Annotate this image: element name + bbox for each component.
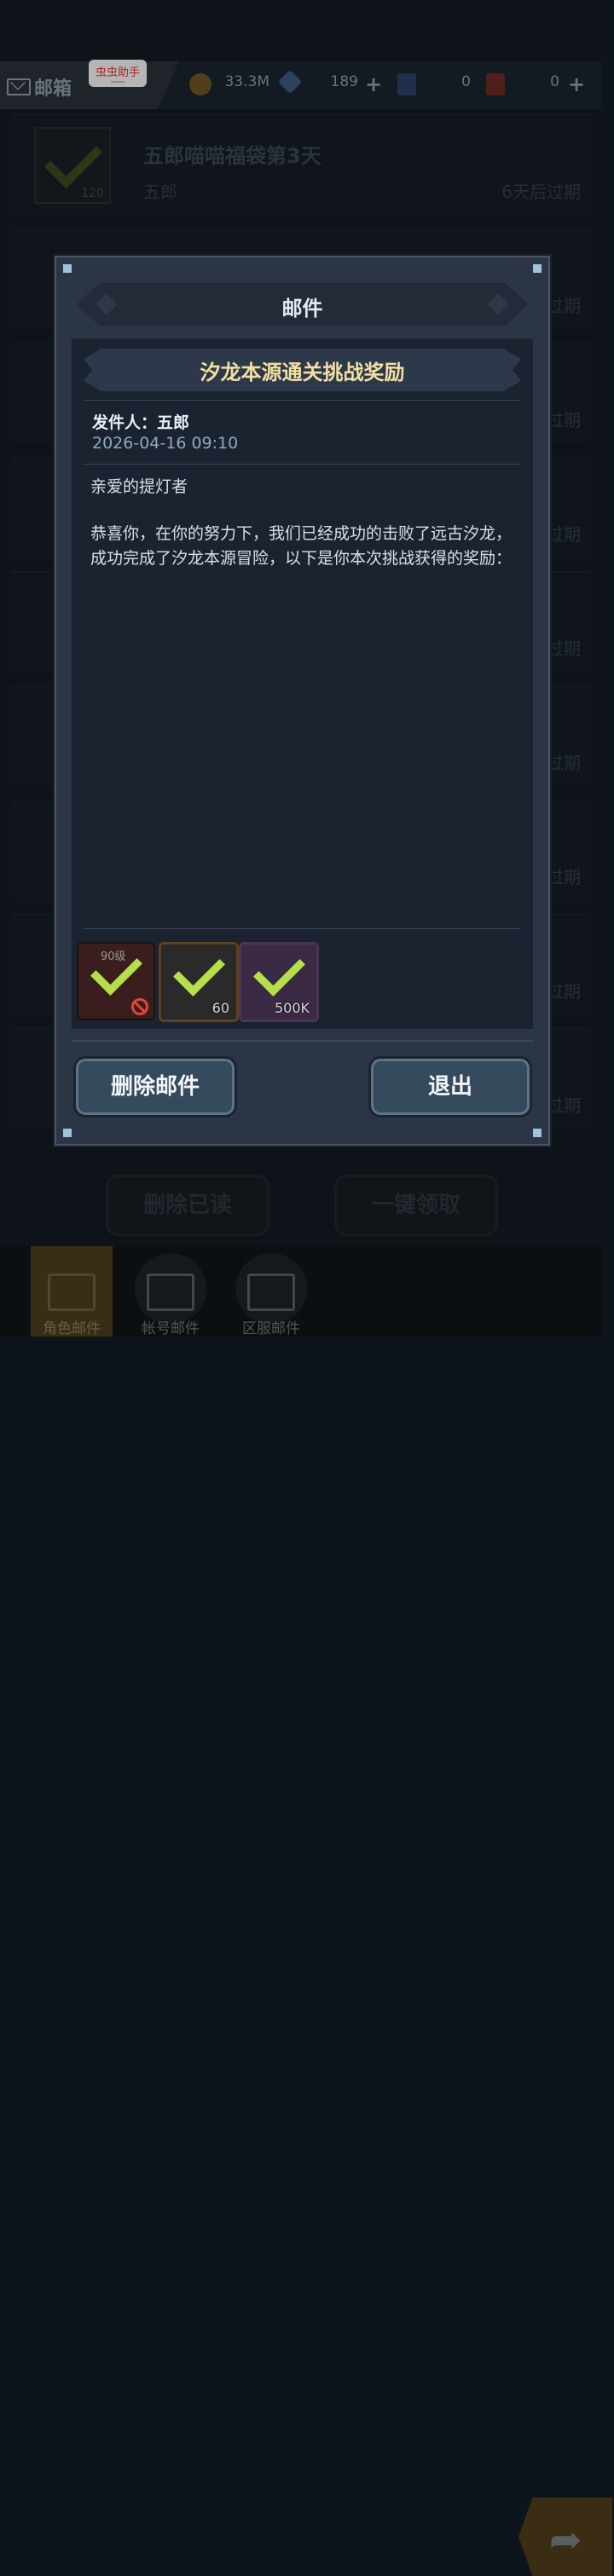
reward-dagger[interactable]: 60 [159,942,239,1022]
divider [84,928,521,929]
check-icon [90,944,142,996]
exit-button[interactable]: 退出 [368,1056,532,1118]
divider [84,464,521,465]
mail-body-text: 恭喜你，在你的努力下，我们已经成功的击败了远古汐龙，成功完成了汐龙本源冒险，以下… [90,524,513,568]
mail-content-panel: 汐龙本源通关挑战奖励 发件人：五郎 2026-04-16 09:10 亲爱的提灯… [72,338,533,1029]
check-icon [253,944,305,996]
mail-body: 亲爱的提灯者 恭喜你，在你的努力下，我们已经成功的击败了远古汐龙，成功完成了汐龙… [90,475,517,593]
delete-mail-button[interactable]: 删除邮件 [73,1056,237,1118]
divider [84,400,521,401]
reward-coin-bag[interactable]: 500K [239,942,319,1022]
dialog-corner-ornament [63,264,72,273]
mail-greeting: 亲爱的提灯者 [90,477,188,496]
reward-character-card[interactable]: 90级 [77,942,155,1020]
dialog-header: 邮件 [77,283,528,326]
mail-sender: 发件人：五郎 [92,413,190,432]
dialog-title: 邮件 [281,297,323,321]
reward-items: 90级 60 500K [72,935,533,1029]
share-arrow-icon: ➦ [549,2516,582,2562]
check-icon [173,944,225,996]
reward-count: 60 [211,1000,229,1016]
share-button[interactable]: ➦ [518,2498,612,2576]
divider [72,1040,533,1042]
prohibited-icon [131,998,148,1015]
dialog-corner-ornament [533,1129,542,1137]
mail-dialog: 邮件 汐龙本源通关挑战奖励 发件人：五郎 2026-04-16 09:10 亲爱… [55,256,550,1146]
mail-subject-banner: 汐龙本源通关挑战奖励 [84,349,521,391]
mail-date: 2026-04-16 09:10 [92,434,239,453]
mail-subject: 汐龙本源通关挑战奖励 [200,361,405,384]
dialog-corner-ornament [63,1129,72,1137]
dialog-corner-ornament [533,264,542,273]
reward-count: 500K [274,1000,310,1016]
